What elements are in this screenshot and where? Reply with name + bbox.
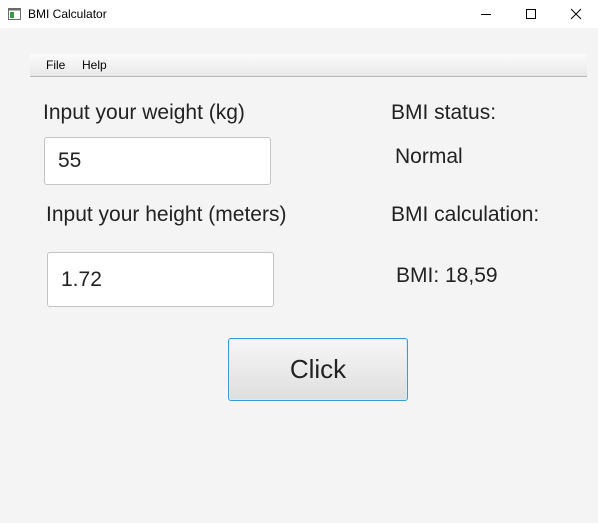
close-icon: [570, 8, 582, 20]
title-bar[interactable]: BMI Calculator: [0, 0, 598, 28]
bmi-calculation-label: BMI calculation:: [391, 203, 540, 226]
maximize-icon: [526, 9, 536, 19]
app-window: BMI Calculator File Help Input your weig…: [0, 0, 598, 523]
bmi-status-label: BMI status:: [391, 101, 497, 124]
java-app-icon: [8, 7, 21, 20]
maximize-button[interactable]: [508, 0, 554, 28]
weight-input[interactable]: [44, 137, 271, 185]
bmi-value: BMI: 18,59: [396, 264, 498, 287]
weight-label: Input your weight (kg): [43, 101, 245, 124]
menu-file[interactable]: File: [44, 58, 67, 72]
height-label: Input your height (meters): [46, 203, 287, 226]
minimize-icon: [481, 14, 491, 15]
minimize-button[interactable]: [463, 0, 509, 28]
close-button[interactable]: [553, 0, 598, 28]
calculate-button[interactable]: Click: [228, 338, 408, 401]
window-title: BMI Calculator: [28, 7, 107, 21]
bmi-status-value: Normal: [395, 145, 463, 168]
menu-bar: File Help: [30, 54, 587, 77]
menu-help[interactable]: Help: [80, 58, 109, 72]
height-input[interactable]: [47, 252, 274, 307]
